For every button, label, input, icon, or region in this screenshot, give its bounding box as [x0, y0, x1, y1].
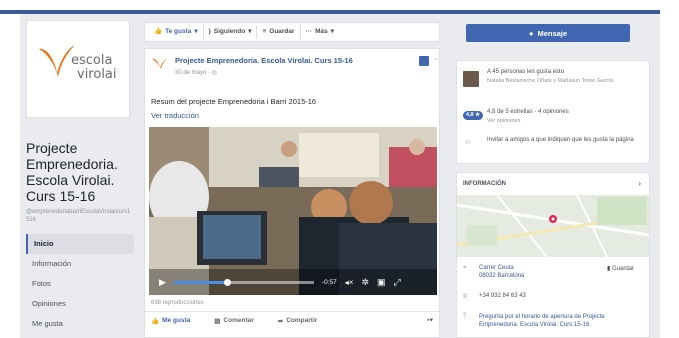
chevron-down-icon: ▾	[194, 28, 198, 35]
post-header: Projecte Emprenedoria. Escola Virolai. C…	[145, 49, 439, 81]
save-button[interactable]: ≡ Guardar	[257, 25, 301, 39]
video-time: -0:57	[321, 278, 337, 286]
pin-icon: ⌖	[463, 265, 467, 271]
nav-item-informacion[interactable]: Información	[26, 254, 134, 274]
play-icon[interactable]: ▶	[159, 277, 166, 288]
message-label: Mensaje	[537, 28, 568, 38]
settings-icon[interactable]: ✲	[361, 277, 369, 288]
invite-friends-link[interactable]: Invitar a amigos a que indiquen que les …	[487, 137, 645, 143]
following-label: Siguiendo	[213, 28, 246, 35]
map-image	[457, 195, 649, 257]
see-reviews-link[interactable]: Ver opiniones	[487, 118, 569, 124]
phone-icon: ✆	[463, 294, 469, 300]
more-label: Más	[315, 28, 328, 35]
video-progress-bar[interactable]	[173, 278, 314, 286]
left-column: escola virolai Projecte Emprenedoria. Es…	[26, 20, 134, 334]
share-icon: ➦	[277, 317, 284, 325]
share-button[interactable]: ➦ Compartir	[278, 317, 318, 325]
facebook-page: escola virolai Projecte Emprenedoria. Es…	[20, 14, 660, 338]
chevron-right-icon[interactable]: ›	[638, 179, 641, 188]
address[interactable]: Carrer Ceuta 08032 Barcelona	[479, 265, 524, 279]
location-map[interactable]	[457, 195, 649, 257]
thumbs-up-icon: 👍	[151, 317, 160, 325]
hours-question-link[interactable]: Pregunta por el horario de apertura de P…	[479, 313, 645, 329]
chevron-down-icon: ▾	[248, 28, 252, 35]
logo-text-line2: virolai	[77, 67, 117, 82]
translate-link[interactable]: Ver traducción	[151, 111, 199, 120]
save-location-label: Guardar	[611, 266, 634, 272]
post-like-label: Me gusta	[162, 317, 191, 324]
info-header[interactable]: INFORMACIÓN	[463, 181, 506, 187]
post-options-chevron-icon[interactable]: ⌄	[433, 55, 438, 62]
post-author-avatar-icon[interactable]	[151, 57, 169, 69]
post-actions-bar: 👍 Me gusta ▤ Comentar ➦ Compartir ▪▾	[145, 311, 439, 329]
chevron-down-icon: ▾	[330, 28, 334, 35]
post-as-selector-icon[interactable]: ▪▾	[427, 316, 433, 324]
friend-avatar[interactable]	[463, 71, 479, 87]
save-location-button[interactable]: ▮ Guardar	[607, 265, 634, 272]
video-controls: ▶ -0:57 ◂× ✲ ▣ ⤢	[149, 273, 437, 291]
community-card: A 45 personas les gusta esto Natalia Bes…	[456, 60, 650, 164]
page-handle[interactable]: @emprenedoriabarriEscolaVirolaicurs1516	[26, 208, 132, 224]
message-button[interactable]: ● Mensaje	[466, 24, 630, 42]
save-label: Guardar	[269, 28, 295, 35]
fullscreen-icon[interactable]: ⤢	[394, 277, 401, 288]
volume-icon[interactable]: ◂×	[345, 278, 354, 287]
post-date-text: 30 de mayo ·	[175, 70, 212, 76]
nav-item-inicio[interactable]: Inicio	[26, 234, 134, 254]
pin-post-badge-icon[interactable]	[419, 56, 429, 66]
nav-item-opiniones[interactable]: Opiniones	[26, 294, 134, 314]
invite-icon: ⚇	[465, 140, 471, 146]
more-button[interactable]: ··· Más ▾	[301, 25, 339, 39]
comment-icon: ▤	[214, 317, 221, 325]
video-progress-fill	[173, 280, 228, 284]
profile-picture[interactable]: escola virolai	[26, 20, 130, 118]
likes-count-text: A 45 personas les gusta esto	[487, 69, 565, 75]
like-page-label: Te gusta	[165, 28, 192, 35]
bookmark-icon: ▮	[607, 266, 611, 272]
page-title: Projecte Emprenedoria. Escola Virolai. C…	[26, 140, 118, 204]
address-line2: 08032 Barcelona	[479, 273, 525, 279]
rating-summary: 4,8 de 5 estrellas · 4 opiniones Ver opi…	[487, 109, 569, 124]
video-player[interactable]: ▶ -0:57 ◂× ✲ ▣ ⤢	[149, 127, 437, 295]
share-label: Compartir	[286, 317, 318, 324]
post-card: Projecte Emprenedoria. Escola Virolai. C…	[144, 48, 440, 338]
nav-item-fotos[interactable]: Fotos	[26, 274, 134, 294]
rating-badge: 4,8 ★	[463, 111, 483, 120]
page-action-bar: 👍 Te gusta ▾ ) Siguiendo ▾ ≡ Guardar ···…	[144, 22, 440, 42]
post-date[interactable]: 30 de mayo · ◎	[175, 69, 217, 76]
left-navigation: Inicio Información Fotos Opiniones Me gu…	[26, 234, 134, 334]
info-card: INFORMACIÓN › ⌖ Carrer Ceuta 08032 Barce…	[456, 172, 650, 338]
like-page-button[interactable]: 👍 Te gusta ▾	[149, 25, 204, 39]
rating-text: 4,8 de 5 estrellas · 4 opiniones	[487, 109, 569, 115]
video-frame-image	[149, 127, 437, 295]
more-icon: ···	[305, 28, 313, 35]
post-like-button[interactable]: 👍 Me gusta	[151, 317, 190, 325]
rss-icon: )	[208, 28, 211, 35]
likes-summary: A 45 personas les gusta esto Natalia Bes…	[487, 69, 645, 84]
post-author-link[interactable]: Projecte Emprenedoria. Escola Virolai. C…	[175, 56, 353, 65]
comment-label: Comentar	[223, 317, 254, 324]
question-icon: ?	[463, 313, 467, 319]
comment-button[interactable]: ▤ Comentar	[214, 317, 254, 325]
bookmark-icon: ≡	[262, 28, 267, 35]
video-scrubber-handle[interactable]	[224, 278, 232, 286]
address-line1: Carrer Ceuta	[479, 265, 514, 271]
phone-number[interactable]: +34 932 84 63 43	[479, 293, 526, 299]
following-button[interactable]: ) Siguiendo ▾	[204, 25, 258, 39]
messenger-icon: ●	[528, 28, 534, 38]
thumbs-up-icon: 👍	[154, 28, 163, 35]
logo-text-line1: escola	[71, 53, 113, 68]
video-views-count[interactable]: 638 reproducciones	[151, 300, 204, 306]
likes-names[interactable]: Natalia Bestarreche Oñate y Marlasun Tom…	[487, 78, 645, 84]
post-text: Resum del projecte Emprenedoria i Barri …	[151, 97, 317, 106]
nav-item-me-gusta[interactable]: Me gusta	[26, 314, 134, 334]
pip-icon[interactable]: ▣	[377, 277, 386, 288]
globe-icon: ◎	[211, 70, 217, 76]
